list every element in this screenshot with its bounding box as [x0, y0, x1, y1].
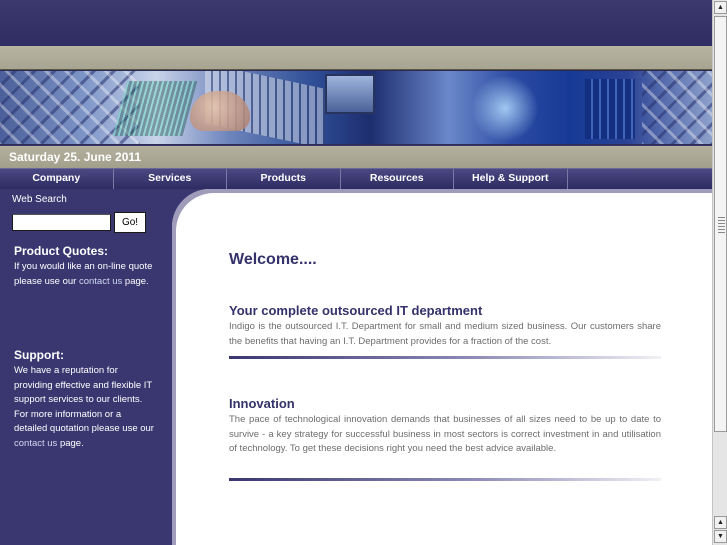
- product-quotes-text-end: page.: [122, 275, 149, 287]
- up-arrow-icon[interactable]: ▲: [714, 1, 727, 14]
- main-content: Welcome.... Your complete outsourced IT …: [172, 189, 712, 545]
- header-stripe: [0, 46, 712, 70]
- nav-resources[interactable]: Resources: [341, 169, 454, 189]
- section-title-innovation: Innovation: [229, 396, 295, 411]
- server-room-graphic: [585, 79, 635, 139]
- main-nav: Company Services Products Resources Help…: [0, 168, 712, 189]
- support-heading: Support:: [14, 348, 64, 362]
- nav-company[interactable]: Company: [0, 169, 114, 189]
- support-contact-us-link[interactable]: contact us: [14, 438, 57, 449]
- top-band: [0, 0, 712, 46]
- section-divider: [229, 356, 661, 359]
- support-text-end: page.: [57, 437, 84, 449]
- section-body-innovation: The pace of technological innovation dem…: [229, 414, 661, 454]
- section-body-outsourced: Indigo is the outsourced I.T. Department…: [229, 321, 661, 347]
- vertical-scrollbar[interactable]: ▲ ▲ ▼: [712, 0, 727, 545]
- search-go-button[interactable]: Go!: [114, 212, 146, 233]
- web-search-label: Web Search: [12, 194, 67, 205]
- mouse-hand-graphic: [470, 76, 540, 141]
- grip-icon: [718, 217, 725, 233]
- scrollbar-thumb[interactable]: [714, 16, 727, 432]
- header-banner-image: [0, 70, 712, 145]
- web-search-input[interactable]: [12, 214, 111, 231]
- support-text-start: We have a reputation for providing effec…: [14, 365, 154, 434]
- down-arrow-icon[interactable]: ▼: [714, 530, 727, 543]
- product-quotes-heading: Product Quotes:: [14, 244, 109, 258]
- nav-help-support[interactable]: Help & Support: [454, 169, 568, 189]
- typing-hand-graphic: [190, 91, 250, 131]
- product-quotes-text: If you would like an on-line quote pleas…: [14, 260, 154, 289]
- up-arrow-icon[interactable]: ▲: [714, 516, 727, 529]
- nav-services[interactable]: Services: [114, 169, 227, 189]
- date-bar: Saturday 25. June 2011: [0, 146, 712, 168]
- page-title: Welcome....: [229, 251, 317, 268]
- circuit-board-graphic: [112, 81, 198, 136]
- monitor-graphic: [325, 74, 375, 114]
- section-title-outsourced: Your complete outsourced IT department: [229, 303, 483, 318]
- sidebar: Web Search Go! Product Quotes: If you wo…: [0, 189, 172, 545]
- section-divider: [229, 478, 661, 481]
- nav-products[interactable]: Products: [227, 169, 341, 189]
- current-date: Saturday 25. June 2011: [9, 150, 142, 164]
- contact-us-link[interactable]: contact us: [79, 276, 122, 287]
- support-text: We have a reputation for providing effec…: [14, 364, 154, 451]
- keyboard-keys-graphic-right: [642, 71, 712, 144]
